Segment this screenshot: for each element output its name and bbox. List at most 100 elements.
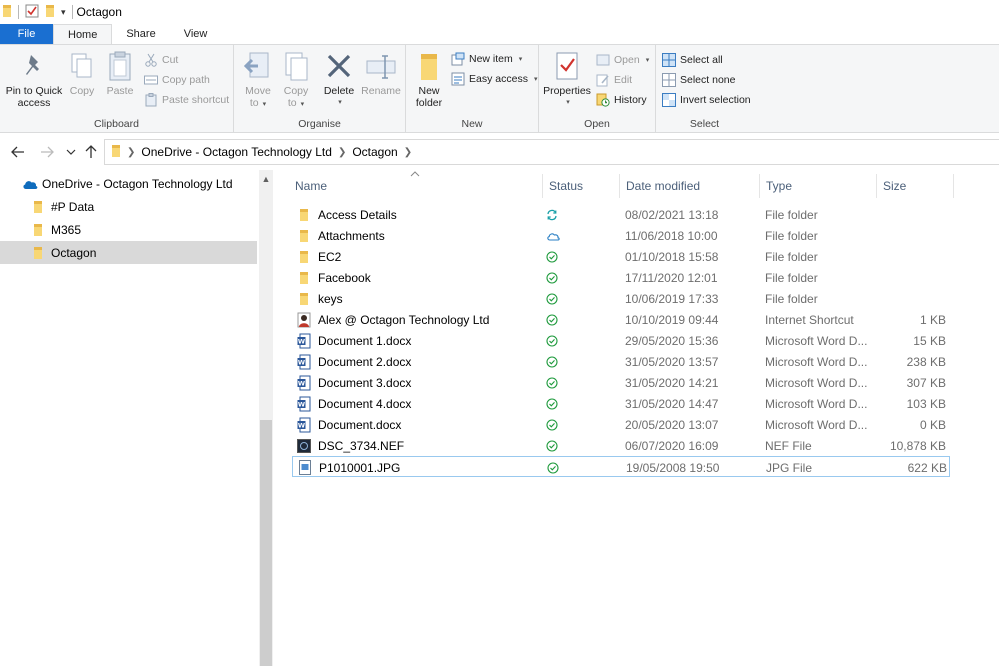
folder-icon: [296, 249, 312, 265]
file-row[interactable]: EC2 01/10/2018 15:58 File folder: [292, 246, 950, 267]
folder-icon: [33, 246, 43, 260]
file-date-modified: 20/05/2020 13:07: [625, 417, 719, 432]
properties-check-icon[interactable]: [25, 4, 39, 21]
nav-pane-scrollbar[interactable]: ▲: [259, 170, 273, 666]
scrollbar-thumb[interactable]: [260, 420, 272, 666]
scroll-up-arrow-icon[interactable]: ▲: [259, 172, 273, 186]
rename-button[interactable]: Rename: [360, 49, 402, 97]
paste-button[interactable]: Paste: [102, 49, 138, 97]
edit-button[interactable]: Edit: [596, 71, 632, 89]
status-available-icon: [546, 372, 616, 393]
column-header-date-modified[interactable]: Date modified: [620, 174, 760, 198]
tab-view[interactable]: View: [170, 24, 222, 44]
file-row[interactable]: W Document 2.docx 31/05/2020 13:57 Microsof…: [292, 351, 950, 372]
breadcrumb-chevron-icon[interactable]: ❯: [127, 147, 135, 158]
open-button[interactable]: Open ▾: [596, 51, 649, 69]
file-type: Microsoft Word D...: [765, 375, 868, 390]
select-all-icon: [662, 53, 676, 67]
file-row[interactable]: P1010001.JPG 19/05/2008 19:50 JPG File 622 …: [292, 456, 950, 477]
nav-item-p-data[interactable]: #P Data: [0, 195, 257, 218]
status-available-icon: [547, 457, 617, 478]
nav-item-onedrive[interactable]: OneDrive - Octagon Technology Ltd: [0, 172, 257, 195]
status-syncing-icon: [546, 204, 616, 225]
file-name: P1010001.JPG: [319, 460, 401, 475]
breadcrumb-chevron-icon[interactable]: ❯: [338, 147, 346, 158]
svg-text:W: W: [298, 358, 305, 366]
copy-to-button[interactable]: Copy to ▾: [278, 49, 314, 111]
tab-share[interactable]: Share: [112, 24, 169, 44]
clipboard-paste-icon: [104, 49, 136, 83]
dropdown-caret-icon: ▾: [338, 99, 342, 106]
file-size: [877, 246, 946, 267]
paste-shortcut-icon: [144, 93, 158, 107]
file-row[interactable]: W Document.docx 20/05/2020 13:07 Microsoft …: [292, 414, 950, 435]
file-row[interactable]: W Document 3.docx 31/05/2020 14:21 Microsof…: [292, 372, 950, 393]
divider: [18, 5, 19, 19]
column-header-size[interactable]: Size: [877, 174, 954, 198]
select-none-button[interactable]: Select none: [662, 71, 735, 89]
new-folder-button[interactable]: New folder: [410, 49, 448, 109]
navigation-pane: OneDrive - Octagon Technology Ltd #P Dat…: [0, 170, 259, 666]
file-type: Microsoft Word D...: [765, 417, 868, 432]
history-button[interactable]: History: [596, 91, 647, 109]
move-to-button[interactable]: Move to ▾: [240, 49, 276, 111]
delete-x-icon: [323, 49, 355, 83]
file-row[interactable]: Access Details 08/02/2021 13:18 File folde…: [292, 204, 950, 225]
nav-item-octagon[interactable]: Octagon: [0, 241, 257, 264]
customize-qa-chevron-icon[interactable]: ▾: [61, 7, 66, 18]
recent-locations-chevron-icon[interactable]: [62, 143, 80, 161]
file-row[interactable]: W Document 1.docx 29/05/2020 15:36 Microsof…: [292, 330, 950, 351]
delete-button[interactable]: Delete ▾: [318, 49, 360, 109]
forward-arrow-icon[interactable]: [38, 143, 56, 161]
easy-access-icon: [451, 72, 465, 86]
nav-item-m365[interactable]: M365: [0, 218, 257, 241]
word-doc-icon: W: [296, 354, 312, 370]
file-size: [877, 288, 946, 309]
file-date-modified: 31/05/2020 13:57: [625, 354, 719, 369]
file-name-cell: W Document 4.docx: [296, 393, 544, 414]
file-row[interactable]: Facebook 17/11/2020 12:01 File folder: [292, 267, 950, 288]
file-row[interactable]: Attachments 11/06/2018 10:00 File folder: [292, 225, 950, 246]
invert-selection-button[interactable]: Invert selection: [662, 91, 751, 109]
select-all-button[interactable]: Select all: [662, 51, 723, 69]
cut-button[interactable]: Cut: [144, 51, 178, 69]
tab-home[interactable]: Home: [53, 24, 113, 45]
properties-button[interactable]: Properties ▾: [541, 49, 593, 109]
group-label-organise: Organise: [298, 118, 341, 130]
paste-shortcut-button[interactable]: Paste shortcut: [144, 91, 229, 109]
file-type: Microsoft Word D...: [765, 396, 868, 411]
address-bar[interactable]: ❯ OneDrive - Octagon Technology Ltd ❯ Oc…: [104, 139, 999, 165]
column-header-name[interactable]: Name: [289, 174, 543, 198]
breadcrumb-onedrive[interactable]: OneDrive - Octagon Technology Ltd: [141, 145, 332, 159]
back-arrow-icon[interactable]: [9, 143, 27, 161]
file-name: Access Details: [318, 207, 397, 222]
breadcrumb-octagon[interactable]: Octagon: [352, 145, 397, 159]
file-row[interactable]: DSC_3734.NEF 06/07/2020 16:09 NEF File 10,8…: [292, 435, 950, 456]
pin-to-quick-access-button[interactable]: Pin to Quick access: [4, 49, 64, 109]
file-size: 10,878 KB: [889, 438, 946, 453]
dropdown-caret-icon: ▾: [518, 56, 523, 63]
open-group: Properties ▾ Open ▾ Edit History Open: [539, 45, 656, 133]
breadcrumb-chevron-icon[interactable]: ❯: [404, 147, 412, 158]
open-icon: [596, 53, 610, 67]
copy-path-button[interactable]: Copy path: [144, 71, 210, 89]
file-type: File folder: [765, 228, 818, 243]
column-header-type[interactable]: Type: [760, 174, 877, 198]
dropdown-caret-icon: ▾: [645, 57, 650, 64]
word-doc-icon: W: [296, 333, 312, 349]
new-item-button[interactable]: New item ▾: [451, 50, 522, 68]
file-name: Facebook: [318, 270, 371, 285]
file-row[interactable]: keys 10/06/2019 17:33 File folder: [292, 288, 950, 309]
file-row[interactable]: W Document 4.docx 31/05/2020 14:47 Microsof…: [292, 393, 950, 414]
file-date-modified: 10/10/2019 09:44: [625, 312, 719, 327]
new-folder-icon[interactable]: [45, 3, 55, 22]
dropdown-caret-icon: ▾: [566, 99, 570, 106]
tab-file[interactable]: File: [0, 24, 53, 44]
svg-text:W: W: [298, 421, 305, 429]
copy-button[interactable]: Copy: [64, 49, 100, 97]
easy-access-button[interactable]: Easy access ▾: [451, 70, 537, 88]
column-header-status[interactable]: Status: [543, 174, 620, 198]
file-row[interactable]: Alex @ Octagon Technology Ltd 10/10/2019 …: [292, 309, 950, 330]
up-arrow-icon[interactable]: [82, 143, 100, 161]
file-type: JPG File: [766, 460, 813, 475]
